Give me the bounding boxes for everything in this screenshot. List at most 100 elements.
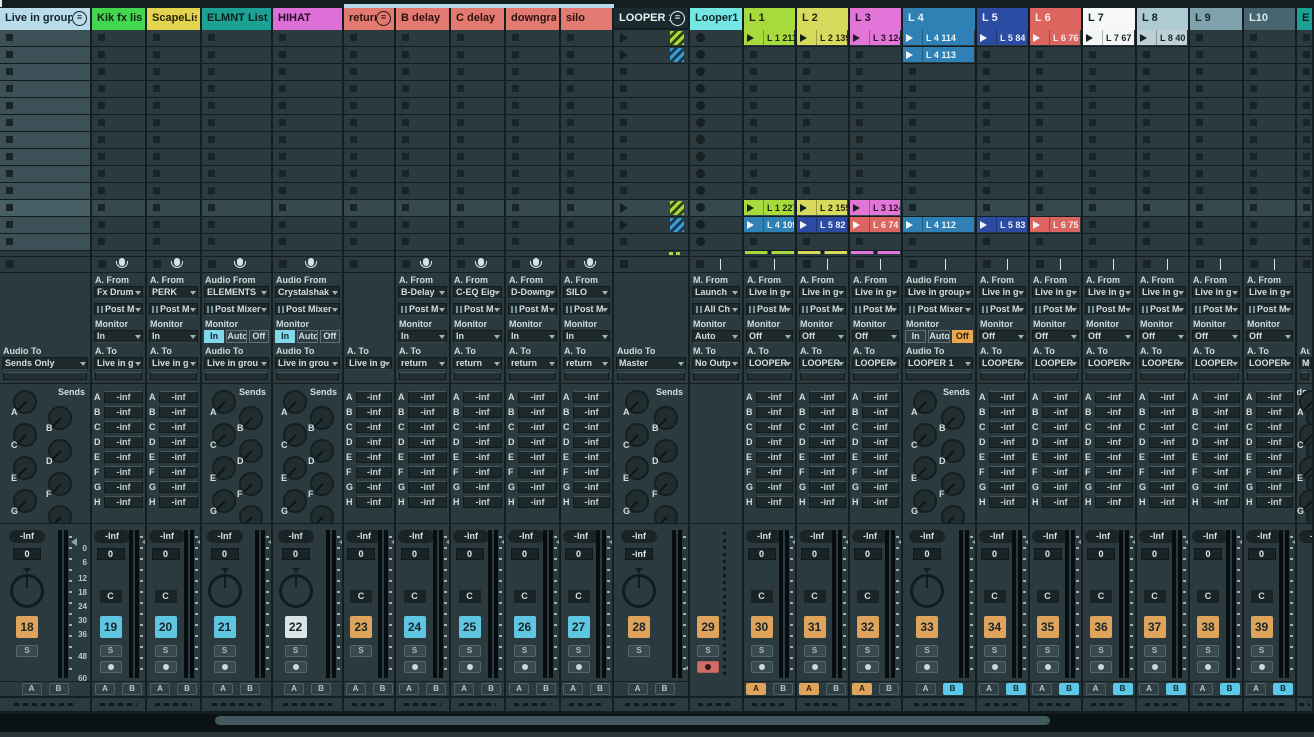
- clip-slot[interactable]: [1190, 132, 1242, 149]
- clip-slot[interactable]: [1083, 98, 1135, 115]
- peak-level-display[interactable]: -Inf: [1085, 530, 1121, 543]
- send-amount[interactable]: -inf: [356, 451, 392, 463]
- send-amount[interactable]: -inf: [463, 466, 502, 478]
- crossfade-b-button[interactable]: B: [122, 683, 142, 695]
- clip-slot[interactable]: [202, 234, 271, 251]
- track-activator[interactable]: 27: [568, 616, 590, 638]
- clip-slot[interactable]: [614, 115, 688, 132]
- output-channel-select[interactable]: LOOPER: [746, 357, 793, 370]
- solo-button[interactable]: S: [568, 645, 590, 657]
- clip-slot[interactable]: L 4 113: [903, 47, 975, 64]
- pan-display[interactable]: C: [1037, 590, 1059, 603]
- group-fold-icon[interactable]: ≡: [670, 11, 685, 26]
- clip-slot[interactable]: [797, 183, 848, 200]
- track-header-elmnt-listen[interactable]: ELMNT Listen: [202, 8, 271, 28]
- track-activator[interactable]: 37: [1144, 616, 1166, 638]
- clip-slot[interactable]: [1297, 98, 1312, 115]
- clip-slot[interactable]: [344, 115, 394, 132]
- clip[interactable]: L 2 139: [797, 30, 847, 45]
- volume-display[interactable]: 0: [1087, 548, 1115, 560]
- crossfade-b-button[interactable]: B: [373, 683, 393, 695]
- monitor-select[interactable]: In: [563, 330, 610, 343]
- stop-all-clips-button[interactable]: [909, 260, 917, 268]
- clip-slot[interactable]: [850, 64, 901, 81]
- send-amount[interactable]: -inf: [809, 481, 846, 493]
- monitor-select[interactable]: Off: [799, 330, 846, 343]
- send-amount[interactable]: -inf: [1095, 451, 1133, 463]
- arm-button[interactable]: [459, 661, 481, 673]
- stop-all-clips-button[interactable]: [153, 260, 161, 268]
- clip-slot[interactable]: [147, 132, 200, 149]
- clip-slot[interactable]: [202, 81, 271, 98]
- post-mixer-select[interactable]: Post M: [149, 303, 198, 316]
- send-amount[interactable]: -inf: [862, 436, 899, 448]
- output-channel-select[interactable]: LOOPER: [1192, 357, 1240, 370]
- clip-slot[interactable]: [1137, 166, 1188, 183]
- clip-slot[interactable]: [92, 98, 145, 115]
- clip-slot[interactable]: [1297, 115, 1312, 132]
- volume-display[interactable]: 0: [1248, 548, 1276, 560]
- send-amount[interactable]: -inf: [862, 451, 899, 463]
- clip-slot[interactable]: [1030, 234, 1081, 251]
- clip-slot[interactable]: L 5 83: [977, 217, 1028, 234]
- monitor-select[interactable]: In: [398, 330, 447, 343]
- send-amount[interactable]: -inf: [809, 496, 846, 508]
- clip-slot[interactable]: L 1 227: [744, 200, 795, 217]
- arm-button[interactable]: [1037, 661, 1059, 673]
- clip-slot[interactable]: [744, 115, 795, 132]
- track-header-downgrad[interactable]: downgrad: [506, 8, 559, 28]
- clip-slot[interactable]: [0, 81, 90, 98]
- post-mixer-select[interactable]: Post M: [1139, 303, 1186, 316]
- pan-knob[interactable]: [208, 574, 242, 608]
- volume-fader-handle[interactable]: [552, 538, 559, 546]
- group-fold-icon[interactable]: ≡: [72, 11, 87, 26]
- send-amount[interactable]: -inf: [1149, 436, 1186, 448]
- solo-button[interactable]: S: [100, 645, 122, 657]
- monitor-select[interactable]: In: [94, 330, 143, 343]
- crossfade-b-button[interactable]: B: [1059, 683, 1079, 695]
- clip-play-icon[interactable]: [800, 221, 814, 229]
- clip-slot[interactable]: [202, 98, 271, 115]
- send-amount[interactable]: -inf: [756, 406, 793, 418]
- send-amount[interactable]: -inf: [989, 421, 1026, 433]
- clip-slot[interactable]: L 1 211: [744, 30, 795, 47]
- post-mixer-select[interactable]: Post M: [799, 303, 846, 316]
- clip-slot[interactable]: [850, 183, 901, 200]
- send-amount[interactable]: -inf: [356, 436, 392, 448]
- input-channel-select[interactable]: Fx Drum: [94, 286, 143, 299]
- monitor-select[interactable]: In: [453, 330, 502, 343]
- post-mixer-select[interactable]: Post M: [508, 303, 557, 316]
- clip-slot[interactable]: [396, 200, 449, 217]
- clip-play-icon[interactable]: [747, 221, 761, 229]
- clip-slot[interactable]: [1297, 200, 1312, 217]
- send-amount[interactable]: -inf: [862, 466, 899, 478]
- input-channel-select[interactable]: ELEMENTS: [204, 286, 269, 299]
- send-amount[interactable]: -inf: [809, 406, 846, 418]
- track-header-silo[interactable]: silo: [561, 8, 612, 28]
- send-amount[interactable]: -inf: [408, 481, 447, 493]
- send-amount[interactable]: -inf: [518, 481, 557, 493]
- track-header-l9[interactable]: L 9: [1190, 8, 1242, 28]
- solo-button[interactable]: S: [1090, 645, 1112, 657]
- clip-slot[interactable]: [147, 30, 200, 47]
- volume-fader-handle[interactable]: [841, 538, 848, 546]
- clip-slot[interactable]: [1137, 47, 1188, 64]
- peak-level-display[interactable]: -Inf: [909, 530, 945, 543]
- clip[interactable]: L 6 75: [1030, 217, 1080, 232]
- send-amount[interactable]: -inf: [989, 451, 1026, 463]
- send-amount[interactable]: -inf: [573, 421, 610, 433]
- send-amount[interactable]: -inf: [573, 466, 610, 478]
- clip-slot[interactable]: [273, 132, 342, 149]
- arm-button[interactable]: [155, 661, 177, 673]
- clip-slot[interactable]: [1137, 81, 1188, 98]
- volume-fader-handle[interactable]: [1128, 538, 1135, 546]
- input-channel-select[interactable]: Live in g: [1192, 286, 1240, 299]
- clip-slot[interactable]: [977, 234, 1028, 251]
- clip-slot[interactable]: [1297, 234, 1312, 251]
- send-knob-H[interactable]: [654, 505, 678, 523]
- clip-slot[interactable]: [202, 166, 271, 183]
- crossfade-a-button[interactable]: A: [22, 683, 42, 695]
- send-amount[interactable]: -inf: [1256, 391, 1293, 403]
- send-amount[interactable]: -inf: [408, 451, 447, 463]
- volume-fader-handle[interactable]: [264, 538, 271, 546]
